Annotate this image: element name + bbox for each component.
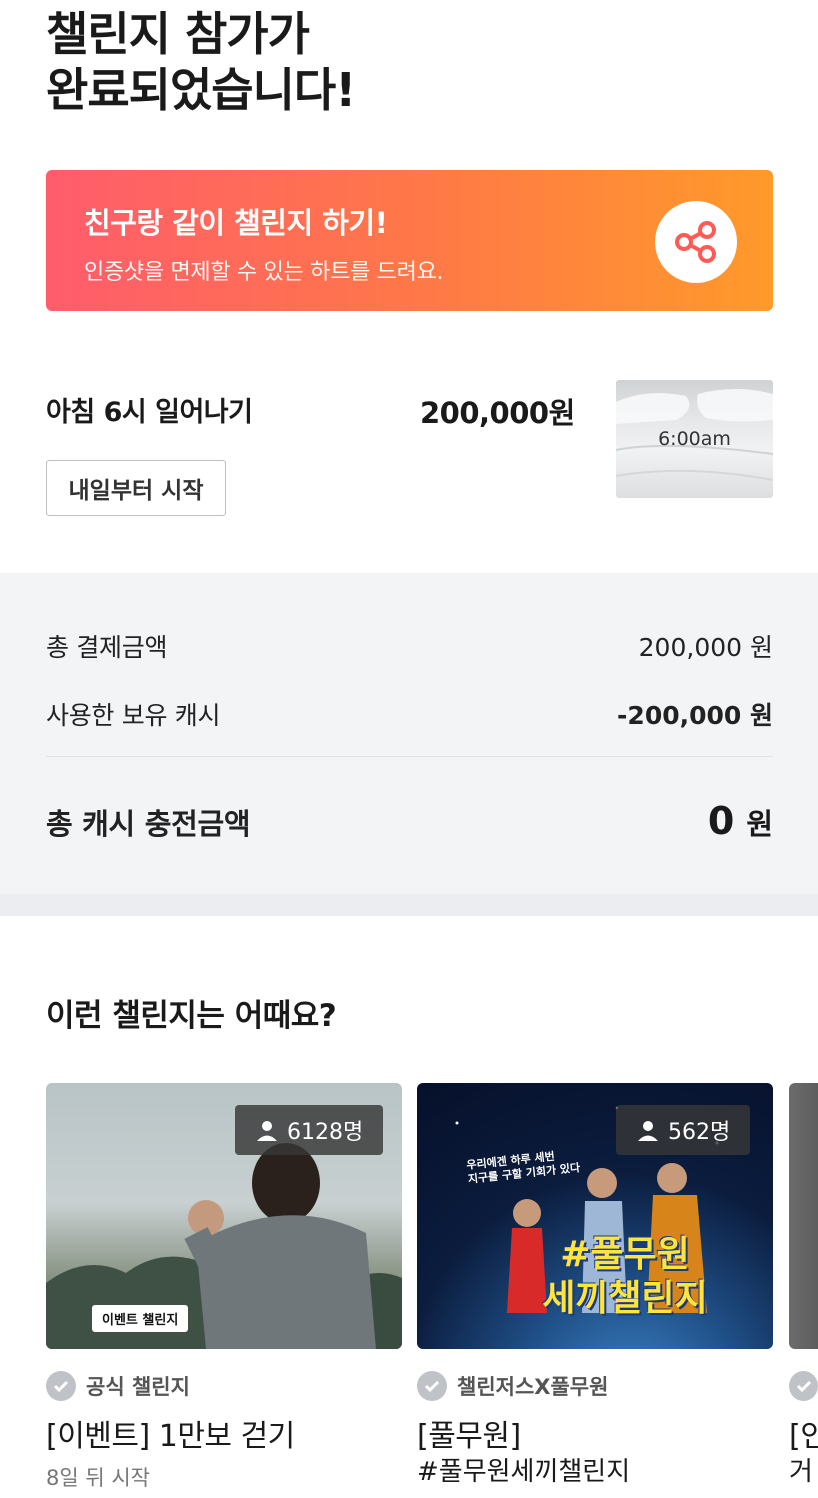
challenge-thumbnail: 6:00am: [616, 380, 773, 498]
summary-divider: [46, 756, 773, 757]
used-cash-label: 사용한 보유 캐시: [46, 701, 221, 730]
share-icon: [675, 221, 716, 263]
charge-total-row: 총 캐시 충전금액 0원: [46, 799, 773, 843]
poster-title-line2: 세끼챌린지: [542, 1278, 708, 1319]
used-cash-value: -200,000 원: [617, 701, 773, 730]
card-meta-label: 챌린저스X풀무원: [457, 1375, 609, 1399]
card-title: [인: [789, 1419, 818, 1454]
card-meta: [789, 1371, 818, 1401]
card-title: [이벤트] 1만보 걷기: [46, 1419, 295, 1454]
charge-total-unit: 원: [746, 807, 773, 841]
page-title: 챌린지 참가가 완료되었습니다!: [46, 6, 356, 118]
total-payment-row: 총 결제금액 200,000 원: [46, 628, 773, 664]
page-title-line2: 완료되었습니다!: [46, 63, 356, 117]
charge-total-amount: 0원: [708, 799, 773, 843]
participant-count-badge: 6128명: [235, 1105, 384, 1155]
total-payment-label: 총 결제금액: [46, 633, 168, 662]
payment-summary: 총 결제금액 200,000 원 사용한 보유 캐시 -200,000 원 총 …: [0, 573, 818, 894]
card-title-line2: #풀무원세끼챌린지: [417, 1457, 631, 1487]
card-meta-label: 공식 챌린지: [86, 1375, 190, 1399]
page-title-line1: 챌린지 참가가: [46, 7, 310, 61]
card-image: 우리에겐 하루 세번 지구를 구할 기회가 있다 #풀무원 세끼챌린지 562명: [417, 1083, 773, 1349]
used-cash-row: 사용한 보유 캐시 -200,000 원: [46, 696, 773, 732]
recommend-card[interactable]: 우리에겐 하루 세번 지구를 구할 기회가 있다 #풀무원 세끼챌린지 562명…: [417, 1083, 773, 1487]
thumbnail-time-text: 6:00am: [658, 428, 731, 450]
charge-total-label: 총 캐시 충전금액: [46, 807, 251, 841]
total-payment-value: 200,000 원: [638, 633, 773, 662]
share-button[interactable]: [655, 201, 737, 283]
card-meta: 공식 챌린지: [46, 1371, 402, 1401]
poster-title-line1: #풀무원: [560, 1234, 690, 1275]
card-image: 6128명 이벤트 챌린지: [46, 1083, 402, 1349]
share-banner-subtitle: 인증샷을 면제할 수 있는 하트를 드려요.: [84, 260, 444, 285]
start-date-badge: 내일부터 시작: [46, 460, 226, 516]
challenge-price: 200,000원: [420, 396, 575, 430]
participant-count: 562명: [668, 1120, 731, 1145]
participant-count: 6128명: [287, 1120, 364, 1145]
card-title-line2: 거: [789, 1457, 813, 1487]
verified-check-icon: [417, 1371, 447, 1401]
person-icon: [257, 1121, 277, 1141]
charge-total-value: 0: [707, 799, 735, 843]
event-tag: 이벤트 챌린지: [92, 1305, 189, 1332]
person-icon: [638, 1121, 658, 1141]
share-banner[interactable]: 친구랑 같이 챌린지 하기! 인증샷을 면제할 수 있는 하트를 드려요.: [46, 170, 773, 311]
participant-count-badge: 562명: [616, 1105, 751, 1155]
recommend-title: 이런 챌린지는 어때요?: [46, 998, 337, 1034]
verified-check-icon: [46, 1371, 76, 1401]
share-banner-title: 친구랑 같이 챌린지 하기!: [84, 206, 388, 240]
poster-title: #풀무원 세끼챌린지: [477, 1233, 773, 1321]
card-subtitle: 8일 뒤 시작: [46, 1466, 150, 1490]
card-image: [789, 1083, 818, 1349]
card-title: [풀무원]: [417, 1419, 521, 1454]
recommend-card[interactable]: 6128명 이벤트 챌린지 공식 챌린지 [이벤트] 1만보 걷기 8일 뒤 시…: [46, 1083, 402, 1493]
section-separator: [0, 894, 818, 916]
verified-check-icon: [789, 1371, 818, 1401]
recommend-card[interactable]: [인 거: [789, 1083, 818, 1487]
challenge-name: 아침 6시 일어나기: [46, 397, 253, 428]
card-meta: 챌린저스X풀무원: [417, 1371, 773, 1401]
